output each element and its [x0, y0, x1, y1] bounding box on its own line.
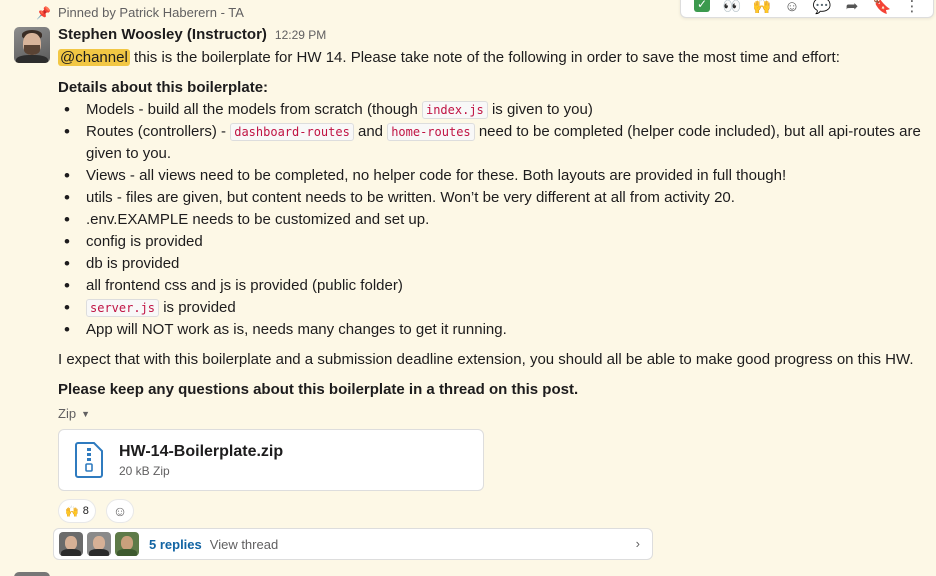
list-item: all frontend css and js is provided (pub…: [58, 275, 928, 297]
add-reaction-button[interactable]: ☺: [781, 0, 803, 16]
message-actions-toolbar: ✓ 👀 🙌 ☺ 💬 ➦ 🔖 ⋮: [680, 0, 934, 18]
details-list: Models - build all the models from scrat…: [58, 99, 928, 341]
closing-paragraph: I expect that with this boilerplate and …: [58, 351, 914, 368]
check-icon: ✓: [694, 0, 710, 12]
inline-code: home-routes: [387, 123, 475, 141]
view-thread-link[interactable]: View thread: [210, 537, 278, 552]
next-message-peek: [14, 572, 514, 576]
pinned-banner: 📌 Pinned by Patrick Haberern - TA: [36, 5, 244, 20]
reply-avatar: [59, 532, 83, 556]
list-item: db is provided: [58, 253, 928, 275]
intro-text: this is the boilerplate for HW 14. Pleas…: [129, 49, 840, 66]
file-meta: 20 kB Zip: [119, 464, 170, 478]
add-emoji-icon: ☺: [112, 503, 128, 519]
reaction-pill[interactable]: 🙌 8: [58, 499, 96, 523]
thread-summary-bar[interactable]: 5 replies View thread ›: [53, 528, 653, 560]
message-timestamp[interactable]: 12:29 PM: [275, 28, 326, 42]
inline-code: dashboard-routes: [230, 123, 354, 141]
eyes-reaction-button[interactable]: 👀: [721, 0, 743, 16]
details-heading: Details about this boilerplate:: [58, 79, 269, 96]
inline-code: index.js: [421, 101, 488, 119]
list-item: Routes (controllers) - dashboard-routes …: [58, 121, 928, 165]
share-button[interactable]: ➦: [841, 0, 863, 16]
file-attachment[interactable]: HW-14-Boilerplate.zip 20 kB Zip: [58, 429, 484, 491]
next-author-avatar: [14, 572, 50, 576]
zip-file-icon: [75, 442, 103, 478]
reply-in-thread-button[interactable]: 💬: [811, 0, 833, 16]
list-item: Models - build all the models from scrat…: [58, 99, 928, 121]
reaction-count: 8: [82, 505, 89, 517]
reply-avatar: [115, 532, 139, 556]
raised-hands-emoji-icon: 🙌: [65, 505, 79, 518]
author-name[interactable]: Stephen Woosley (Instructor): [58, 26, 267, 43]
chevron-right-icon: ›: [635, 536, 640, 551]
list-item: utils - files are given, but content nee…: [58, 187, 928, 209]
more-vertical-icon: ⋮: [904, 0, 920, 15]
caret-down-icon: ▼: [81, 408, 90, 419]
thread-icon: 💬: [812, 0, 832, 15]
attachment-group-label: Zip: [58, 406, 77, 421]
intro-paragraph: @channel this is the boilerplate for HW …: [58, 47, 928, 69]
closing-bold-paragraph: Please keep any questions about this boi…: [58, 381, 579, 398]
checkmark-reaction-button[interactable]: ✓: [691, 0, 713, 16]
smiley-icon: ☺: [784, 0, 800, 15]
add-reaction-pill[interactable]: ☺: [106, 499, 134, 523]
replies-count-link[interactable]: 5 replies: [149, 537, 202, 552]
file-name[interactable]: HW-14-Boilerplate.zip: [119, 443, 283, 461]
bookmark-icon: 🔖: [872, 0, 892, 15]
save-button[interactable]: 🔖: [871, 0, 893, 16]
inline-code: server.js: [86, 299, 160, 317]
message-header: Stephen Woosley (Instructor) 12:29 PM: [58, 26, 326, 43]
list-item: server.js is provided: [58, 297, 928, 319]
more-actions-button[interactable]: ⋮: [901, 0, 923, 16]
pin-icon: 📌: [36, 5, 51, 20]
raised-hands-reaction-button[interactable]: 🙌: [751, 0, 773, 16]
attachment-group-toggle[interactable]: Zip ▼: [58, 406, 90, 421]
channel-mention[interactable]: @channel: [58, 49, 130, 66]
message-body: @channel this is the boilerplate for HW …: [58, 47, 928, 401]
reply-avatar: [87, 532, 111, 556]
author-avatar[interactable]: [14, 27, 50, 63]
list-item: App will NOT work as is, needs many chan…: [58, 319, 928, 341]
list-item: Views - all views need to be completed, …: [58, 165, 928, 187]
list-item: config is provided: [58, 231, 928, 253]
share-arrow-icon: ➦: [845, 0, 859, 15]
pinned-by-text: Pinned by Patrick Haberern - TA: [58, 5, 244, 20]
list-item: .env.EXAMPLE needs to be customized and …: [58, 209, 928, 231]
